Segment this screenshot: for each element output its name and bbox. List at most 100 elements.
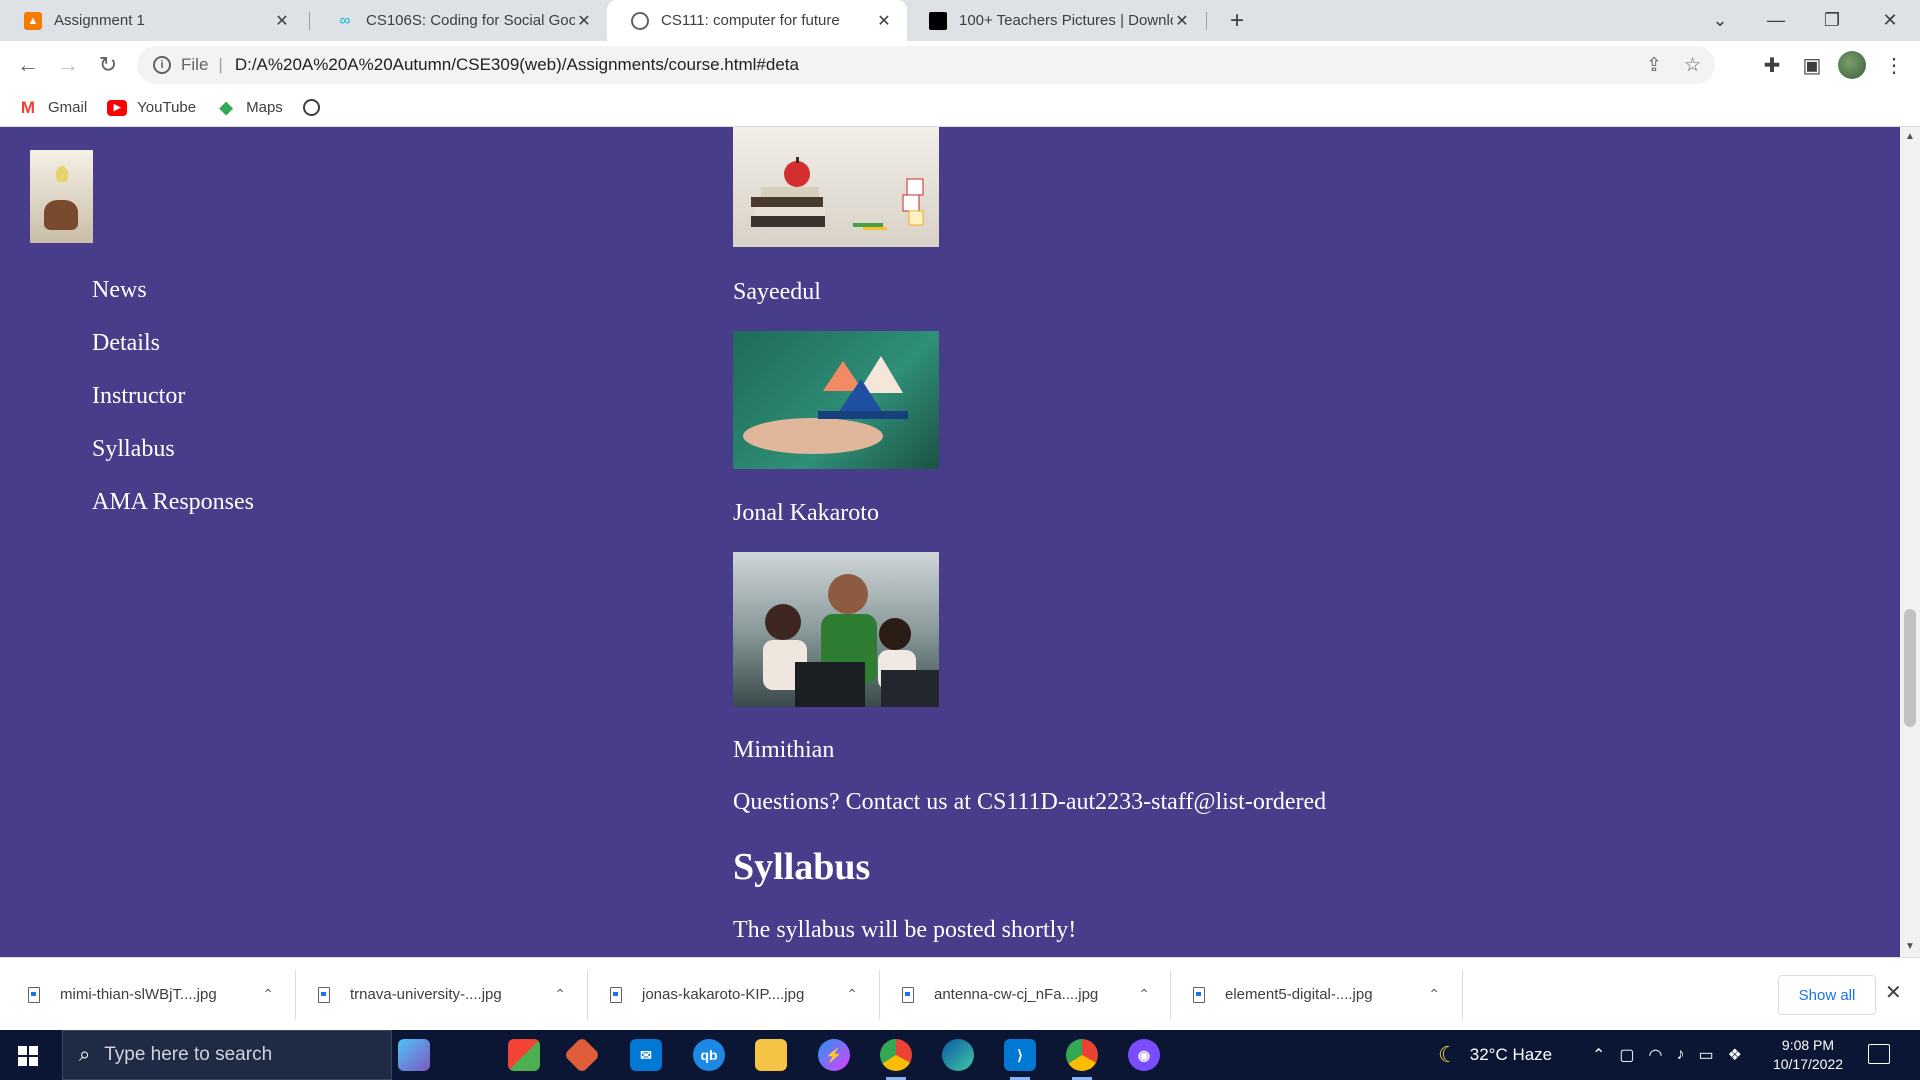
tab-cs106s[interactable]: ∞ CS106S: Coding for Social Good ✕ bbox=[312, 0, 607, 41]
download-item[interactable]: antenna-cw-cj_nFa....jpg ⌃ bbox=[902, 958, 1150, 1031]
bookmark-gmail[interactable]: M Gmail bbox=[18, 97, 87, 117]
chevron-up-icon[interactable]: ⌃ bbox=[262, 986, 274, 1003]
notification-center-icon[interactable] bbox=[1868, 1044, 1890, 1064]
mail-icon[interactable]: ✉ bbox=[630, 1039, 662, 1071]
wifi-icon[interactable]: ◠ bbox=[1649, 1045, 1663, 1065]
tab-assignment[interactable]: ▲ Assignment 1 ✕ bbox=[0, 0, 305, 41]
tab-title: 100+ Teachers Pictures | Download bbox=[959, 12, 1173, 29]
google-classroom-icon: ▲ bbox=[24, 11, 42, 30]
nav-ama-responses[interactable]: AMA Responses bbox=[92, 489, 254, 542]
download-item[interactable]: jonas-kakaroto-KIP....jpg ⌃ bbox=[610, 958, 858, 1031]
download-item[interactable]: trnava-university-....jpg ⌃ bbox=[318, 958, 566, 1031]
close-window-button[interactable]: ✕ bbox=[1862, 0, 1918, 41]
search-icon: ⌕ bbox=[79, 1043, 91, 1066]
info-icon[interactable]: i bbox=[153, 56, 171, 74]
volume-icon[interactable]: ♪ bbox=[1677, 1046, 1685, 1064]
chevron-up-icon[interactable]: ⌃ bbox=[846, 986, 858, 1003]
bookmark-label: YouTube bbox=[137, 99, 197, 116]
globe-icon bbox=[631, 11, 649, 30]
tab-strip: ▲ Assignment 1 ✕ ∞ CS106S: Coding for So… bbox=[0, 0, 1920, 41]
bookmark-youtube[interactable]: ▶ YouTube bbox=[107, 99, 196, 116]
chrome-profile-icon[interactable] bbox=[1066, 1039, 1098, 1080]
close-icon[interactable]: ✕ bbox=[875, 11, 893, 31]
address-bar[interactable]: i File | D:/A%20A%20A%20Autumn/CSE309(we… bbox=[137, 46, 1715, 84]
close-icon[interactable]: ✕ bbox=[575, 11, 593, 31]
windows-start-icon[interactable] bbox=[18, 1046, 38, 1066]
scroll-up-arrow-icon[interactable]: ▲ bbox=[1900, 131, 1920, 142]
page-scrollbar[interactable]: ▲ ▼ bbox=[1900, 127, 1920, 957]
git-icon[interactable] bbox=[563, 1036, 601, 1074]
nav-details[interactable]: Details bbox=[92, 330, 254, 383]
side-panel-icon[interactable]: ▣ bbox=[1800, 53, 1824, 78]
staff-name: Mimithian bbox=[733, 737, 835, 763]
tab-cs111[interactable]: CS111: computer for future ✕ bbox=[607, 0, 907, 41]
file-explorer-icon[interactable] bbox=[755, 1039, 787, 1071]
chevron-up-icon[interactable]: ⌃ bbox=[1592, 1045, 1605, 1065]
vscode-icon[interactable]: ⟩ bbox=[1004, 1039, 1036, 1080]
widgets-icon[interactable] bbox=[398, 1039, 430, 1071]
weather-text: 32°C Haze bbox=[1469, 1045, 1553, 1064]
dropbox-icon[interactable]: ❖ bbox=[1728, 1045, 1742, 1065]
show-all-button[interactable]: Show all bbox=[1778, 975, 1876, 1015]
url-text[interactable]: D:/A%20A%20A%20Autumn/CSE309(web)/Assign… bbox=[235, 55, 799, 75]
staff-name: Sayeedul bbox=[733, 279, 821, 305]
globe-icon bbox=[302, 99, 320, 116]
chrome-icon[interactable] bbox=[880, 1039, 912, 1080]
edge-icon[interactable] bbox=[942, 1039, 974, 1071]
tab-search-chevron-icon[interactable]: ⌄ bbox=[1692, 0, 1748, 41]
bookmark-star-icon[interactable]: ☆ bbox=[1684, 54, 1701, 77]
bookmarks-bar: M Gmail ▶ YouTube ◆ Maps bbox=[0, 89, 1920, 127]
taskbar-search-box[interactable]: ⌕ Type here to search bbox=[62, 1030, 392, 1080]
bookmark-globe[interactable] bbox=[302, 99, 330, 116]
github-desktop-icon[interactable]: ◉ bbox=[1128, 1039, 1160, 1071]
download-filename: trnava-university-....jpg bbox=[350, 986, 502, 1003]
syllabus-text: The syllabus will be posted shortly! bbox=[733, 917, 1077, 943]
search-placeholder: Type here to search bbox=[104, 1044, 273, 1065]
download-filename: jonas-kakaroto-KIP....jpg bbox=[642, 986, 805, 1003]
microsoft-store-icon[interactable] bbox=[508, 1039, 540, 1071]
close-icon[interactable]: ✕ bbox=[1885, 980, 1902, 1005]
scroll-thumb[interactable] bbox=[1904, 609, 1916, 727]
chevron-up-icon[interactable]: ⌃ bbox=[554, 986, 566, 1003]
hand-icon bbox=[44, 200, 78, 230]
bookmark-maps[interactable]: ◆ Maps bbox=[216, 98, 283, 117]
staff-name: Jonal Kakaroto bbox=[733, 500, 879, 526]
new-tab-button[interactable]: + bbox=[1222, 6, 1252, 36]
download-shelf: mimi-thian-slWBjT....jpg ⌃ trnava-univer… bbox=[0, 957, 1920, 1030]
chevron-up-icon[interactable]: ⌃ bbox=[1138, 986, 1150, 1003]
close-icon[interactable]: ✕ bbox=[273, 11, 291, 31]
reload-icon[interactable]: ↻ bbox=[92, 49, 124, 81]
omnibox-icons: ⇪ ☆ bbox=[1646, 54, 1701, 77]
download-item[interactable]: element5-digital-....jpg ⌃ bbox=[1193, 958, 1440, 1031]
tab-title: CS106S: Coding for Social Good bbox=[366, 12, 575, 29]
restore-button[interactable]: ❐ bbox=[1804, 0, 1860, 41]
nav-instructor[interactable]: Instructor bbox=[92, 383, 254, 436]
contact-text: Questions? Contact us at CS111D-aut2233-… bbox=[733, 789, 1327, 815]
download-filename: element5-digital-....jpg bbox=[1225, 986, 1373, 1003]
minimize-button[interactable]: — bbox=[1748, 0, 1804, 41]
lightbulb-icon bbox=[56, 166, 68, 182]
weather-widget[interactable]: ☾ 32°C Haze bbox=[1438, 1030, 1552, 1080]
messenger-icon[interactable]: ⚡ bbox=[818, 1039, 850, 1071]
profile-avatar[interactable] bbox=[1838, 51, 1866, 79]
back-arrow-icon[interactable]: ← bbox=[12, 49, 44, 81]
menu-kebab-icon[interactable]: ⋮ bbox=[1882, 53, 1906, 78]
browser-toolbar: ← → ↻ i File | D:/A%20A%20A%20Autumn/CSE… bbox=[0, 41, 1920, 89]
site-logo[interactable] bbox=[30, 150, 93, 243]
qbittorrent-icon[interactable]: qb bbox=[693, 1039, 725, 1071]
taskbar-clock[interactable]: 9:08 PM 10/17/2022 bbox=[1768, 1036, 1848, 1074]
meet-now-icon[interactable]: ▢ bbox=[1619, 1045, 1634, 1065]
chevron-up-icon[interactable]: ⌃ bbox=[1428, 986, 1440, 1003]
forward-arrow-icon[interactable]: → bbox=[52, 49, 84, 81]
scroll-down-arrow-icon[interactable]: ▼ bbox=[1900, 941, 1920, 952]
tab-teachers-pictures[interactable]: 100+ Teachers Pictures | Download ✕ bbox=[905, 0, 1205, 41]
gmail-icon: M bbox=[20, 97, 36, 117]
nav-syllabus[interactable]: Syllabus bbox=[92, 436, 254, 489]
download-item[interactable]: mimi-thian-slWBjT....jpg ⌃ bbox=[28, 958, 274, 1031]
share-icon[interactable]: ⇪ bbox=[1646, 54, 1662, 77]
close-icon[interactable]: ✕ bbox=[1173, 11, 1191, 31]
extensions-puzzle-icon[interactable]: ✚ bbox=[1760, 53, 1784, 78]
battery-icon[interactable]: ▭ bbox=[1699, 1045, 1714, 1065]
windows-taskbar: ⌕ Type here to search ✉ qb ⚡ ⟩ ◉ ☾ 32°C … bbox=[0, 1030, 1920, 1080]
nav-news[interactable]: News bbox=[92, 277, 254, 330]
